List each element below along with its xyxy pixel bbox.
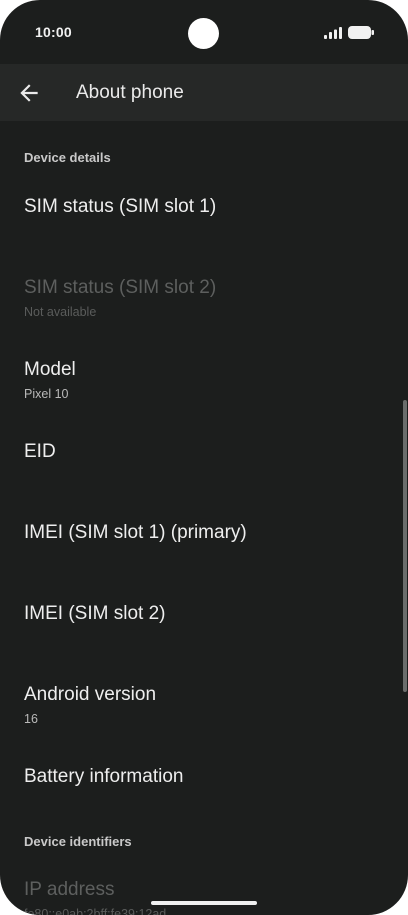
item-subtitle: Not available [24,305,97,319]
item-imei-slot-2[interactable]: IMEI (SIM slot 2) [24,603,384,625]
item-ip-address: IP address fe80::e0ab:2bff:fe39:12ad [24,879,384,915]
item-title: SIM status (SIM slot 1) [24,196,217,217]
front-camera-cutout [188,18,219,49]
item-sim-status-slot-1[interactable]: SIM status (SIM slot 1) [24,196,384,218]
item-title: Model [24,359,76,380]
arrow-back-icon[interactable] [16,80,42,106]
item-title: Battery information [24,766,184,787]
item-sim-status-slot-2: SIM status (SIM slot 2) Not available [24,277,384,319]
section-header-device-details: Device details [24,150,111,165]
page-title: About phone [76,82,184,103]
phone-screen: 10:00 About phone Device details SIM sta… [0,0,408,915]
item-title: IMEI (SIM slot 2) [24,603,166,624]
item-title: IMEI (SIM slot 1) (primary) [24,522,247,543]
item-model[interactable]: Model Pixel 10 [24,359,384,401]
item-subtitle: 16 [24,712,38,726]
status-bar: 10:00 [0,0,408,64]
item-imei-slot-1[interactable]: IMEI (SIM slot 1) (primary) [24,522,384,544]
battery-icon [348,26,374,39]
item-subtitle: fe80::e0ab:2bff:fe39:12ad [24,907,167,915]
signal-icon [324,26,342,39]
gesture-nav-handle[interactable] [151,901,257,905]
section-header-device-identifiers: Device identifiers [24,834,132,849]
settings-list: Device details SIM status (SIM slot 1) S… [0,121,408,915]
item-title: SIM status (SIM slot 2) [24,277,217,298]
status-icons [324,26,374,39]
item-android-version[interactable]: Android version 16 [24,684,384,726]
item-title: Android version [24,684,157,705]
status-time: 10:00 [35,24,72,40]
item-eid[interactable]: EID [24,441,384,463]
scrollbar[interactable] [403,400,407,692]
item-title: IP address [24,879,115,900]
item-battery-information[interactable]: Battery information [24,766,384,788]
app-bar: About phone [0,64,408,121]
item-subtitle: Pixel 10 [24,387,69,401]
item-title: EID [24,441,56,462]
